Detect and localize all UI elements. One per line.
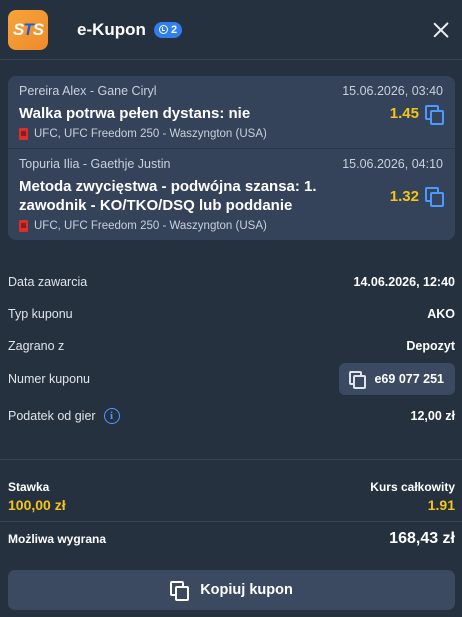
date-label: Data zawarcia	[8, 275, 88, 289]
bet-item: Pereira Alex - Gane Ciryl 15.06.2026, 03…	[8, 76, 455, 148]
stake-row: Stawka 100,00 zł Kurs całkowity 1.91	[8, 480, 455, 513]
tax-value: 12,00 zł	[410, 409, 455, 423]
clock-check-icon	[158, 25, 168, 34]
tax-label-wrap: Podatek od gier i	[8, 408, 120, 424]
close-icon[interactable]	[430, 19, 452, 41]
copy-bet-icon[interactable]	[425, 187, 444, 207]
bet-count: 2	[170, 23, 178, 36]
total-odds-value: 1.91	[427, 497, 455, 513]
logo-letter: S	[32, 19, 44, 39]
stake-value: 100,00 zł	[8, 497, 66, 513]
bet-participants: Pereira Alex - Gane Ciryl	[19, 84, 157, 98]
possible-win-label: Możliwa wygrana	[8, 532, 107, 546]
info-icon[interactable]: i	[103, 408, 120, 424]
bets-list: Pereira Alex - Gane Ciryl 15.06.2026, 03…	[8, 76, 455, 240]
page-title: e-Kupon	[77, 19, 146, 39]
logo-letter: S	[12, 19, 24, 39]
logo-letter: T	[23, 19, 33, 39]
coupon-details: Data zawarcia 14.06.2026, 12:40 Typ kupo…	[8, 266, 455, 436]
stake-label: Stawka	[8, 480, 50, 494]
ufc-event-icon	[19, 220, 28, 232]
sts-logo: STS	[8, 9, 48, 50]
bet-count-badge: 2	[153, 21, 183, 38]
possible-win-row: Możliwa wygrana 168,43 zł	[8, 530, 455, 548]
bet-odd: 1.32	[389, 187, 419, 205]
number-label: Numer kuponu	[8, 372, 90, 386]
bet-item: Topuria Ilia - Gaethje Justin 15.06.2026…	[8, 148, 455, 240]
type-label: Typ kuponu	[8, 307, 73, 321]
bet-event: UFC, UFC Freedom 250 - Waszyngton (USA)	[34, 128, 267, 140]
detail-row-date: Data zawarcia 14.06.2026, 12:40	[8, 266, 455, 298]
possible-win-value: 168,43 zł	[389, 530, 455, 547]
copy-coupon-button[interactable]: Kopiuj kupon	[8, 570, 455, 610]
bet-datetime: 15.06.2026, 03:40	[342, 84, 443, 98]
detail-row-played: Zagrano z Depozyt	[8, 330, 455, 362]
divider	[0, 521, 462, 522]
detail-row-tax: Podatek od gier i 12,00 zł	[8, 396, 455, 436]
date-value: 14.06.2026, 12:40	[353, 275, 455, 289]
played-value: Depozyt	[406, 339, 455, 353]
copy-icon	[170, 581, 190, 601]
bet-event: UFC, UFC Freedom 250 - Waszyngton (USA)	[34, 220, 267, 232]
coupon-number: e69 077 251	[374, 372, 444, 386]
bet-datetime: 15.06.2026, 04:10	[342, 157, 443, 171]
type-value: AKO	[427, 307, 455, 321]
tax-label: Podatek od gier	[8, 409, 96, 423]
divider	[0, 459, 462, 460]
played-label: Zagrano z	[8, 339, 65, 353]
bet-pick: Walka potrwa pełen dystans: nie	[19, 105, 251, 122]
bet-pick: Metoda zwycięstwa - podwójna szansa: 1. …	[19, 178, 317, 214]
ufc-event-icon	[19, 128, 28, 140]
copy-icon	[349, 371, 367, 389]
copy-bet-icon[interactable]	[425, 104, 444, 125]
copy-coupon-number-button[interactable]: e69 077 251	[339, 363, 455, 395]
bet-participants: Topuria Ilia - Gaethje Justin	[19, 157, 171, 171]
detail-row-number: Numer kuponu e69 077 251	[8, 362, 455, 396]
header: STS e-Kupon 2	[0, 0, 462, 60]
total-odds-label: Kurs całkowity	[370, 480, 455, 494]
bet-odd: 1.45	[389, 105, 419, 122]
copy-coupon-label: Kopiuj kupon	[200, 582, 293, 598]
detail-row-type: Typ kuponu AKO	[8, 298, 455, 330]
e-coupon-panel: STS e-Kupon 2 Pereira Alex - Gane Ciryl …	[0, 0, 462, 617]
